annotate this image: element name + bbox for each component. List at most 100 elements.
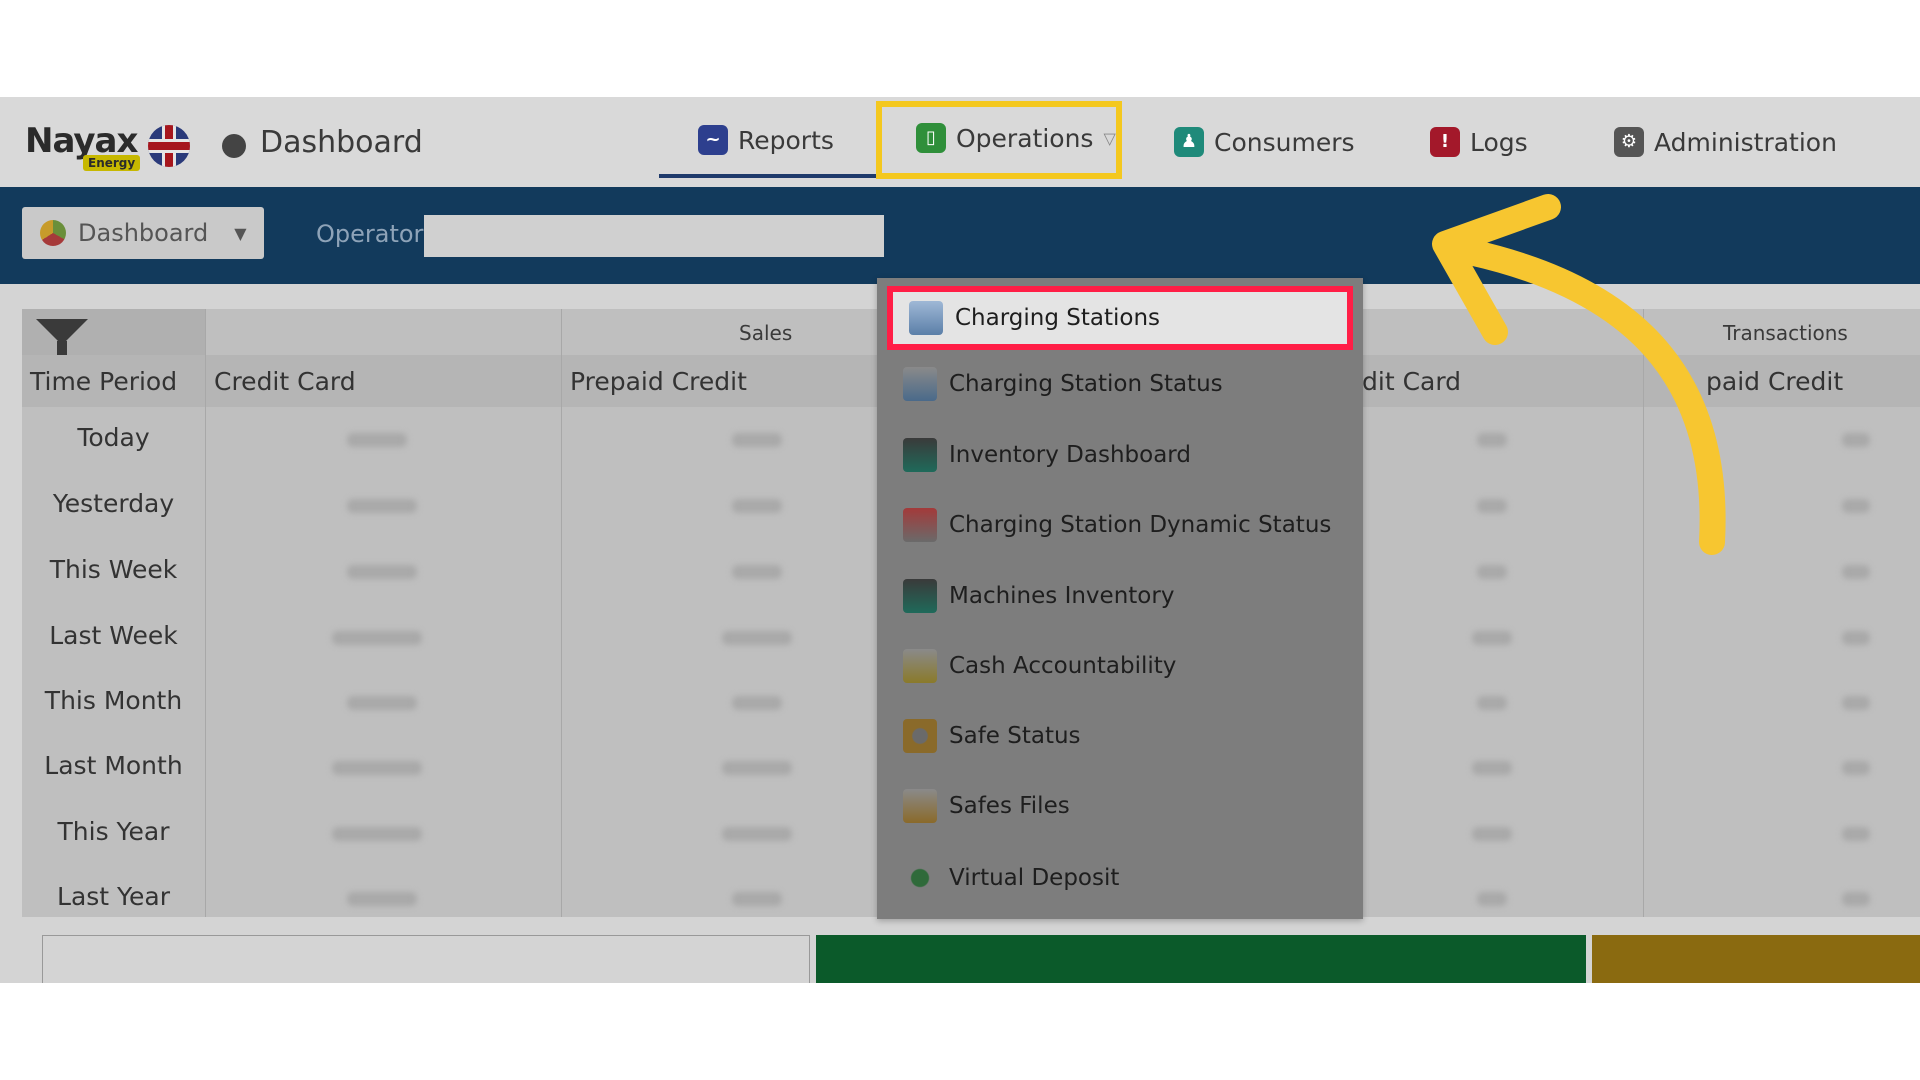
logo-subtext: Energy [83, 155, 141, 171]
blurred-value [1477, 892, 1507, 906]
blurred-value [332, 761, 422, 775]
blurred-value [1472, 827, 1512, 841]
nav-logs[interactable]: ! Logs [1430, 127, 1528, 157]
blurred-value [347, 696, 417, 710]
menu-item-charging-stations[interactable]: Charging Stations [887, 286, 1353, 350]
menu-item-label: Safe Status [949, 723, 1081, 749]
row-label: Last Month [44, 751, 183, 780]
cash-ledger-icon [903, 649, 937, 683]
row-label: This Week [49, 555, 178, 584]
menu-item-label: Charging Station Status [949, 371, 1223, 397]
menu-item-label: Inventory Dashboard [949, 442, 1191, 468]
virtual-deposit-icon [903, 861, 937, 895]
nav-administration-label: Administration [1654, 127, 1837, 157]
safe-files-icon [903, 789, 937, 823]
blurred-value [347, 433, 407, 447]
dynamic-status-icon [903, 508, 937, 542]
charging-station-icon [909, 301, 943, 335]
menu-item-charging-station-dynamic-status[interactable]: Charging Station Dynamic Status [887, 495, 1353, 555]
page-title: Dashboard [260, 125, 423, 160]
operator-label: Operator [316, 220, 424, 248]
hand-truck-icon [903, 579, 937, 613]
dashboard-select-label: Dashboard [78, 219, 209, 247]
widget-green-bar [816, 935, 1586, 983]
nav-operations[interactable]: ▯ Operations ▽ [916, 123, 1116, 153]
blurred-value [347, 499, 417, 513]
col-credit-card[interactable]: Credit Card [214, 367, 356, 396]
safe-icon [903, 719, 937, 753]
menu-item-charging-station-status[interactable]: Charging Station Status [887, 354, 1353, 414]
dashboard-select[interactable]: Dashboard ▼ [22, 207, 264, 259]
blurred-value [732, 892, 782, 906]
menu-item-label: Virtual Deposit [949, 865, 1120, 891]
column-divider [561, 309, 562, 917]
station-status-icon [903, 367, 937, 401]
row-label: This Year [57, 817, 170, 846]
col-time-period[interactable]: Time Period [30, 367, 177, 396]
blurred-value [347, 892, 417, 906]
nayax-logo[interactable]: Nayax Energy [25, 121, 141, 171]
operator-input[interactable] [424, 215, 884, 257]
dashboard-dot-icon [222, 134, 246, 158]
row-label: Today [77, 423, 150, 452]
menu-item-label: Safes Files [949, 793, 1070, 819]
top-navigation: Nayax Energy Dashboard ~ Reports ▯ Opera… [0, 97, 1920, 187]
blurred-value [1472, 761, 1512, 775]
reports-chart-icon: ~ [698, 125, 728, 155]
menu-item-virtual-deposit[interactable]: Virtual Deposit [887, 848, 1353, 908]
blurred-value [722, 631, 792, 645]
blurred-value [332, 827, 422, 841]
blurred-value [1842, 433, 1870, 447]
row-label: Yesterday [52, 489, 175, 518]
blurred-value [1477, 696, 1507, 710]
menu-item-safes-files[interactable]: Safes Files [887, 776, 1353, 836]
consumers-icon: ♟ [1174, 127, 1204, 157]
nav-consumers-label: Consumers [1214, 127, 1355, 157]
col-prepaid-credit[interactable]: Prepaid Credit [570, 367, 747, 396]
blurred-value [732, 565, 782, 579]
blurred-value [1842, 565, 1870, 579]
blurred-value [732, 433, 782, 447]
pie-chart-icon [40, 220, 66, 246]
nav-operations-label: Operations [956, 123, 1094, 153]
blurred-value [1842, 892, 1870, 906]
nav-administration[interactable]: ⚙ Administration [1614, 127, 1837, 157]
row-label: Last Week [49, 621, 178, 650]
chevron-down-icon: ▽ [1103, 128, 1116, 148]
group-header-transactions: Transactions [1723, 321, 1848, 345]
administration-wrench-icon: ⚙ [1614, 127, 1644, 157]
app-screen: Nayax Energy Dashboard ~ Reports ▯ Opera… [0, 97, 1920, 983]
blurred-value [722, 827, 792, 841]
logs-alert-icon: ! [1430, 127, 1460, 157]
filter-cell[interactable] [22, 309, 205, 359]
nav-logs-label: Logs [1470, 127, 1528, 157]
nav-reports[interactable]: ~ Reports [698, 125, 834, 155]
blurred-value [722, 761, 792, 775]
hand-truck-icon [903, 438, 937, 472]
pointer-arrow-icon [1432, 194, 1726, 555]
column-divider [205, 309, 206, 917]
blurred-value [1842, 761, 1870, 775]
menu-item-label: Machines Inventory [949, 583, 1175, 609]
blurred-value [1842, 499, 1870, 513]
operations-icon: ▯ [916, 123, 946, 153]
nav-reports-label: Reports [738, 125, 834, 155]
menu-item-machines-inventory[interactable]: Machines Inventory [887, 566, 1353, 626]
row-label: Last Year [57, 882, 170, 911]
widget-orange-bar [1592, 935, 1920, 983]
menu-item-inventory-dashboard[interactable]: Inventory Dashboard [887, 425, 1353, 485]
blurred-value [332, 631, 422, 645]
blurred-value [1842, 827, 1870, 841]
nav-consumers[interactable]: ♟ Consumers [1174, 127, 1355, 157]
row-label: This Month [44, 686, 183, 715]
blurred-value [732, 696, 782, 710]
uk-flag-icon[interactable] [148, 125, 190, 167]
menu-item-cash-accountability[interactable]: Cash Accountability [887, 636, 1353, 696]
bottom-widgets [0, 927, 1920, 983]
menu-item-safe-status[interactable]: Safe Status [887, 706, 1353, 766]
active-tab-underline [659, 174, 877, 178]
chevron-down-icon: ▼ [234, 223, 247, 243]
blurred-value [732, 499, 782, 513]
menu-item-label: Charging Stations [955, 305, 1161, 331]
menu-item-label: Charging Station Dynamic Status [949, 512, 1332, 538]
